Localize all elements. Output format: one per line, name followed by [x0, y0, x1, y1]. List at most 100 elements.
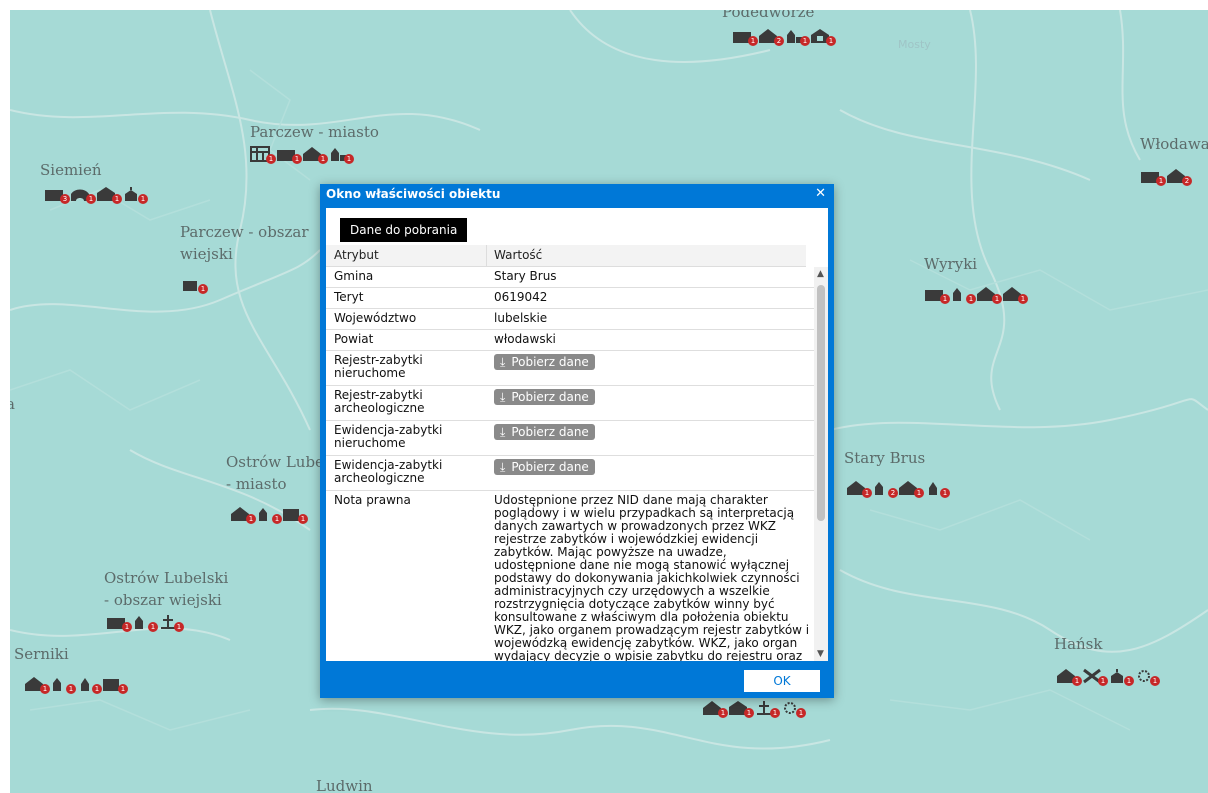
church-icon[interactable]: 1 [784, 28, 810, 46]
church-icon[interactable]: 2 [872, 480, 898, 498]
properties-table: Gmina Stary Brus Teryt 0619042 Województ… [326, 267, 814, 661]
church-icon[interactable]: 1 [50, 676, 76, 694]
building-icon[interactable]: 1 [924, 286, 950, 304]
value-cell: lubelskie [494, 311, 548, 325]
marker-group-ostrow-obszar[interactable]: 1 1 1 [106, 614, 184, 632]
urban-layout-icon[interactable]: 1 [250, 146, 276, 164]
manor-icon[interactable]: 1 [728, 700, 754, 718]
town-label-siemien[interactable]: Siemień [40, 160, 102, 180]
table-row: Województwo lubelskie [326, 309, 814, 330]
town-label-podedworze[interactable]: Podedworze [722, 10, 814, 22]
house-icon[interactable]: 1 [302, 146, 328, 164]
marker-group-podedworze[interactable]: 1 2 1 1 [732, 28, 836, 46]
value-cell: ⤓ Pobierz dane [494, 389, 812, 405]
download-button-label: Pobierz dane [511, 460, 589, 474]
church-icon[interactable]: 1 [256, 506, 282, 524]
download-icon: ⤓ [500, 425, 506, 439]
town-label-wyryki[interactable]: Wyryki [924, 254, 977, 274]
table-row: Ewidencja-zabytki nieruchome ⤓ Pobierz da… [326, 421, 814, 456]
house-icon[interactable]: 2 [758, 28, 784, 46]
marker-group-ostrow-miasto[interactable]: 1 1 1 [230, 506, 308, 524]
manor-icon[interactable]: 1 [282, 506, 308, 524]
download-button-label: Pobierz dane [511, 355, 589, 369]
marker-group-serniki[interactable]: 1 1 1 1 [24, 676, 128, 694]
chapel-icon[interactable]: 1 [76, 676, 102, 694]
download-data-button[interactable]: ⤓ Pobierz dane [494, 354, 595, 370]
download-data-button[interactable]: Dane do pobrania [340, 218, 468, 242]
town-label-ostrow-miasto-2[interactable]: - miasto [226, 474, 287, 494]
church-icon[interactable]: 1 [132, 614, 158, 632]
column-header-attribute[interactable]: Atrybut [334, 248, 379, 262]
scrollbar-thumb[interactable] [817, 285, 825, 521]
marker-group-parczew-miasto[interactable]: 1 1 1 1 [250, 146, 354, 164]
house-icon[interactable]: 1 [702, 700, 728, 718]
archaeological-site-icon[interactable]: 1 [1134, 668, 1160, 686]
download-button-label: Pobierz dane [511, 425, 589, 439]
house-icon[interactable]: 1 [1002, 286, 1028, 304]
column-header-value[interactable]: Wartość [494, 248, 542, 262]
orthodox-church-icon[interactable]: 1 [122, 186, 148, 204]
ok-button[interactable]: OK [744, 670, 820, 692]
town-label-wlodawa[interactable]: Włodawa [1140, 134, 1208, 154]
house-icon[interactable]: 1 [846, 480, 872, 498]
house-icon[interactable]: 1 [24, 676, 50, 694]
house-icon[interactable]: 2 [1166, 168, 1192, 186]
building-icon[interactable]: 1 [1140, 168, 1166, 186]
download-data-button[interactable]: ⤓ Pobierz dane [494, 389, 595, 405]
town-label-parczew-miasto[interactable]: Parczew - miasto [250, 122, 379, 142]
manor-icon[interactable]: 1 [96, 186, 122, 204]
archaeological-site-icon[interactable]: 1 [780, 700, 806, 718]
scroll-down-icon[interactable]: ▼ [817, 649, 824, 659]
marker-group-bottom[interactable]: 1 1 1 1 [702, 700, 806, 718]
building-icon[interactable]: 1 [732, 28, 758, 46]
town-label-ostrow-miasto[interactable]: Ostrów Lube [226, 452, 324, 472]
town-label-parczew-obszar[interactable]: Parczew - obszar [180, 222, 309, 242]
building-icon[interactable]: 1 [276, 146, 302, 164]
house-icon[interactable]: 1 [230, 506, 256, 524]
dialog-titlebar[interactable]: Okno właściwości obiektu ✕ [320, 184, 834, 204]
manor-icon[interactable]: 1 [182, 276, 208, 294]
table-row: Rejestr-zabytki archeologiczne ⤓ Pobierz … [326, 386, 814, 421]
town-label-parczew-obszar-2[interactable]: wiejski [180, 244, 233, 264]
manor-icon[interactable]: 1 [810, 28, 836, 46]
house-icon[interactable]: 1 [898, 480, 924, 498]
object-properties-dialog[interactable]: Okno właściwości obiektu ✕ Dane do pobra… [320, 184, 834, 698]
town-label-ostrow-obszar-2[interactable]: - obszar wiejski [104, 590, 222, 610]
cemetery-cross-icon[interactable]: 1 [754, 700, 780, 718]
windmill-icon[interactable]: 1 [1082, 668, 1108, 686]
marker-group-wlodawa[interactable]: 1 2 [1140, 168, 1192, 186]
church-icon[interactable]: 1 [950, 286, 976, 304]
church-icon[interactable]: 1 [328, 146, 354, 164]
manor-icon[interactable]: 1 [102, 676, 128, 694]
house-icon[interactable]: 1 [976, 286, 1002, 304]
download-button-label: Pobierz dane [511, 390, 589, 404]
building-icon[interactable]: 3 [44, 186, 70, 204]
town-label-ostrow-obszar[interactable]: Ostrów Lubelski [104, 568, 228, 588]
marker-group-wyryki[interactable]: 1 1 1 1 [924, 286, 1028, 304]
house-icon[interactable]: 1 [1056, 668, 1082, 686]
marker-group-siemien[interactable]: 3 1 1 1 [44, 186, 148, 204]
download-data-button[interactable]: ⤓ Pobierz dane [494, 424, 595, 440]
attribute-cell: Teryt [334, 290, 364, 304]
column-divider [486, 245, 487, 266]
town-label-serniki[interactable]: Serniki [14, 644, 69, 664]
town-label-ludwin[interactable]: Ludwin [316, 776, 373, 793]
marker-group-parczew-obszar[interactable]: 1 [182, 276, 208, 294]
close-icon[interactable]: ✕ [815, 184, 826, 204]
attribute-cell: Ewidencja-zabytki archeologiczne [334, 458, 443, 485]
scroll-up-icon[interactable]: ▲ [817, 269, 824, 279]
value-cell: ⤓ Pobierz dane [494, 354, 812, 370]
bridge-icon[interactable]: 1 [70, 186, 96, 204]
download-icon: ⤓ [500, 355, 506, 369]
orthodox-church-icon[interactable]: 1 [1108, 668, 1134, 686]
town-label-a[interactable]: a [10, 394, 15, 414]
town-label-stary-brus[interactable]: Stary Brus [844, 448, 925, 468]
chapel-icon[interactable]: 1 [924, 480, 950, 498]
building-icon[interactable]: 1 [106, 614, 132, 632]
marker-group-hansk[interactable]: 1 1 1 1 [1056, 668, 1160, 686]
vertical-scrollbar[interactable]: ▲ ▼ [814, 267, 828, 661]
download-data-button[interactable]: ⤓ Pobierz dane [494, 459, 595, 475]
marker-group-stary-brus[interactable]: 1 2 1 1 [846, 480, 950, 498]
cemetery-cross-icon[interactable]: 1 [158, 614, 184, 632]
town-label-hansk[interactable]: Hańsk [1054, 634, 1102, 654]
